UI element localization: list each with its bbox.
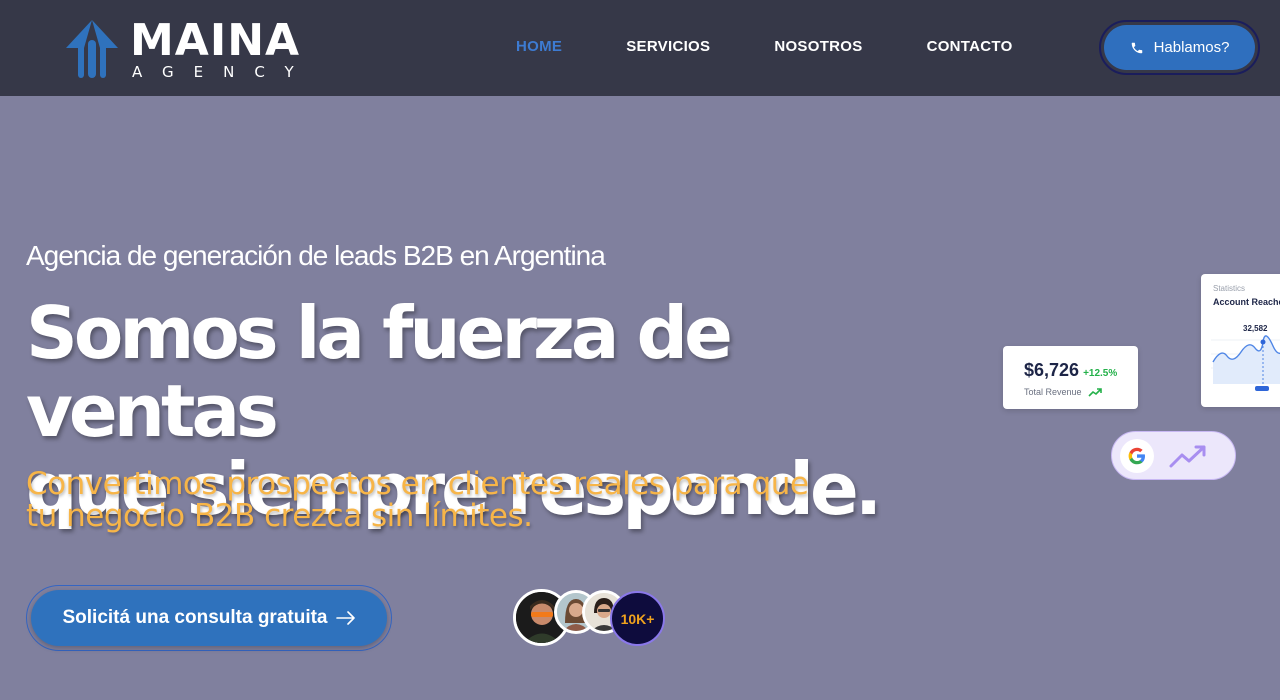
cta-button-frame: Solicitá una consulta gratuita — [26, 585, 392, 651]
brand-logo[interactable]: MAINA AGENCY — [64, 16, 314, 82]
hero-subheadline-line-1: Convertimos prospectos en clientes reale… — [26, 466, 809, 502]
statistics-sparkline — [1211, 335, 1280, 391]
revenue-change: +12.5% — [1083, 368, 1118, 379]
consultation-button-label: Solicitá una consulta gratuita — [62, 607, 328, 628]
call-button-label: Hablamos? — [1153, 39, 1230, 56]
hero-headline-line-1: Somos la fuerza de ventas — [26, 291, 733, 453]
logo-arrow-icon — [66, 20, 118, 78]
consultation-button[interactable]: Solicitá una consulta gratuita — [31, 590, 387, 646]
customer-count-badge: 10K+ — [610, 591, 665, 646]
google-growth-widget — [1111, 431, 1236, 480]
nav-item-contacto[interactable]: CONTACTO — [927, 38, 1013, 55]
arrow-right-icon — [335, 611, 355, 625]
main-nav: HOME SERVICIOS NOSOTROS CONTACTO — [516, 38, 1013, 55]
revenue-value: $6,726 — [1024, 360, 1080, 380]
nav-item-home[interactable]: HOME — [516, 38, 562, 55]
statistics-widget: Statistics Account Reached 32,582 — [1201, 274, 1280, 407]
revenue-widget: $6,726 +12.5% Total Revenue — [1003, 346, 1138, 409]
call-button-frame: Hablamos? — [1099, 20, 1260, 75]
brand-subtitle: AGENCY — [132, 62, 314, 81]
trend-up-icon — [1087, 388, 1102, 397]
hero-subheadline-line-2: tu negocio B2B crezca sin límites. — [26, 498, 533, 534]
nav-item-nosotros[interactable]: NOSOTROS — [774, 38, 862, 55]
revenue-label: Total Revenue — [1024, 387, 1082, 397]
growth-trend-icon — [1169, 445, 1206, 467]
phone-icon — [1131, 42, 1142, 53]
hero-subheadline: Convertimos prospectos en clientes reale… — [26, 468, 846, 532]
hero-kicker: Agencia de generación de leads B2B en Ar… — [26, 240, 606, 271]
statistics-title: Statistics — [1213, 284, 1246, 293]
brand-name: MAINA — [130, 14, 301, 66]
nav-item-servicios[interactable]: SERVICIOS — [626, 38, 710, 55]
customer-avatars: 10K+ — [513, 589, 673, 646]
google-icon — [1128, 447, 1145, 464]
statistics-subtitle: Account Reached — [1213, 297, 1280, 307]
site-header: MAINA AGENCY HOME SERVICIOS NOSOTROS CON… — [0, 0, 1280, 96]
call-button[interactable]: Hablamos? — [1104, 25, 1255, 70]
